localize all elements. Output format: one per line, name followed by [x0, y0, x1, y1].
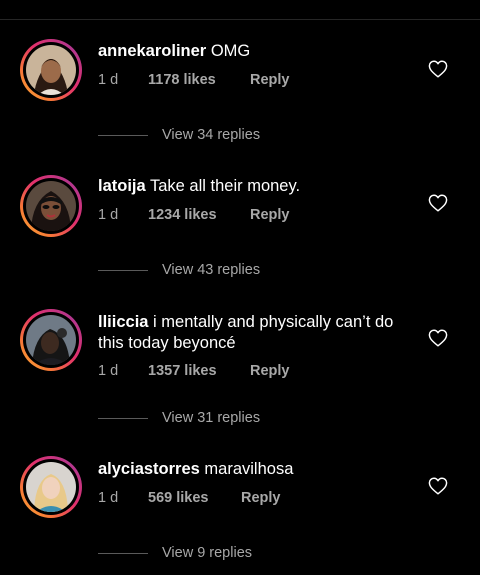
view-replies-label[interactable]: View 9 replies — [162, 543, 252, 563]
replies-divider-line — [98, 553, 148, 554]
comment-username[interactable]: latoija — [98, 177, 146, 195]
comment-text: alyciastorres maravilhosa — [98, 459, 398, 480]
comment-body: Take all their money. — [149, 177, 301, 195]
reply-button[interactable]: Reply — [250, 205, 290, 225]
reply-button[interactable]: Reply — [241, 488, 281, 508]
avatar-story-ring[interactable] — [20, 309, 82, 371]
replies-divider-line — [98, 270, 148, 271]
comment-body: maravilhosa — [204, 460, 294, 478]
comment-time: 1 d — [98, 207, 119, 223]
avatar-story-ring[interactable] — [20, 456, 82, 518]
replies-divider-line — [98, 135, 148, 136]
top-divider — [0, 19, 480, 20]
avatar — [26, 45, 76, 95]
heart-outline-icon[interactable] — [428, 477, 448, 495]
comment-username[interactable]: lliiccia — [98, 313, 148, 331]
comment-username[interactable]: annekaroliner — [98, 42, 206, 60]
avatar-story-ring[interactable] — [20, 175, 82, 237]
comment-time: 1 d — [98, 72, 119, 88]
comment-time: 1 d — [98, 490, 119, 506]
comment-text: lliiccia i mentally and physically can’t… — [98, 312, 398, 354]
likes-count[interactable]: 1234 likes — [148, 205, 217, 225]
heart-outline-icon[interactable] — [428, 60, 448, 78]
view-replies-label[interactable]: View 43 replies — [162, 260, 260, 280]
comment-text: annekaroliner OMG — [98, 41, 398, 62]
view-replies-label[interactable]: View 34 replies — [162, 125, 260, 145]
avatar-story-ring[interactable] — [20, 39, 82, 101]
comment-body: OMG — [210, 42, 251, 60]
replies-divider-line — [98, 418, 148, 419]
comment-text: latoija Take all their money. — [98, 176, 398, 197]
reply-button[interactable]: Reply — [250, 70, 290, 90]
avatar — [26, 462, 76, 512]
heart-outline-icon[interactable] — [428, 329, 448, 347]
avatar — [26, 315, 76, 365]
likes-count[interactable]: 1178 likes — [148, 70, 216, 90]
likes-count[interactable]: 1357 likes — [148, 361, 217, 381]
comment-time: 1 d — [98, 363, 119, 379]
reply-button[interactable]: Reply — [250, 361, 290, 381]
heart-outline-icon[interactable] — [428, 194, 448, 212]
comment-username[interactable]: alyciastorres — [98, 460, 200, 478]
avatar — [26, 181, 76, 231]
likes-count[interactable]: 569 likes — [148, 488, 208, 508]
view-replies-label[interactable]: View 31 replies — [162, 408, 260, 428]
